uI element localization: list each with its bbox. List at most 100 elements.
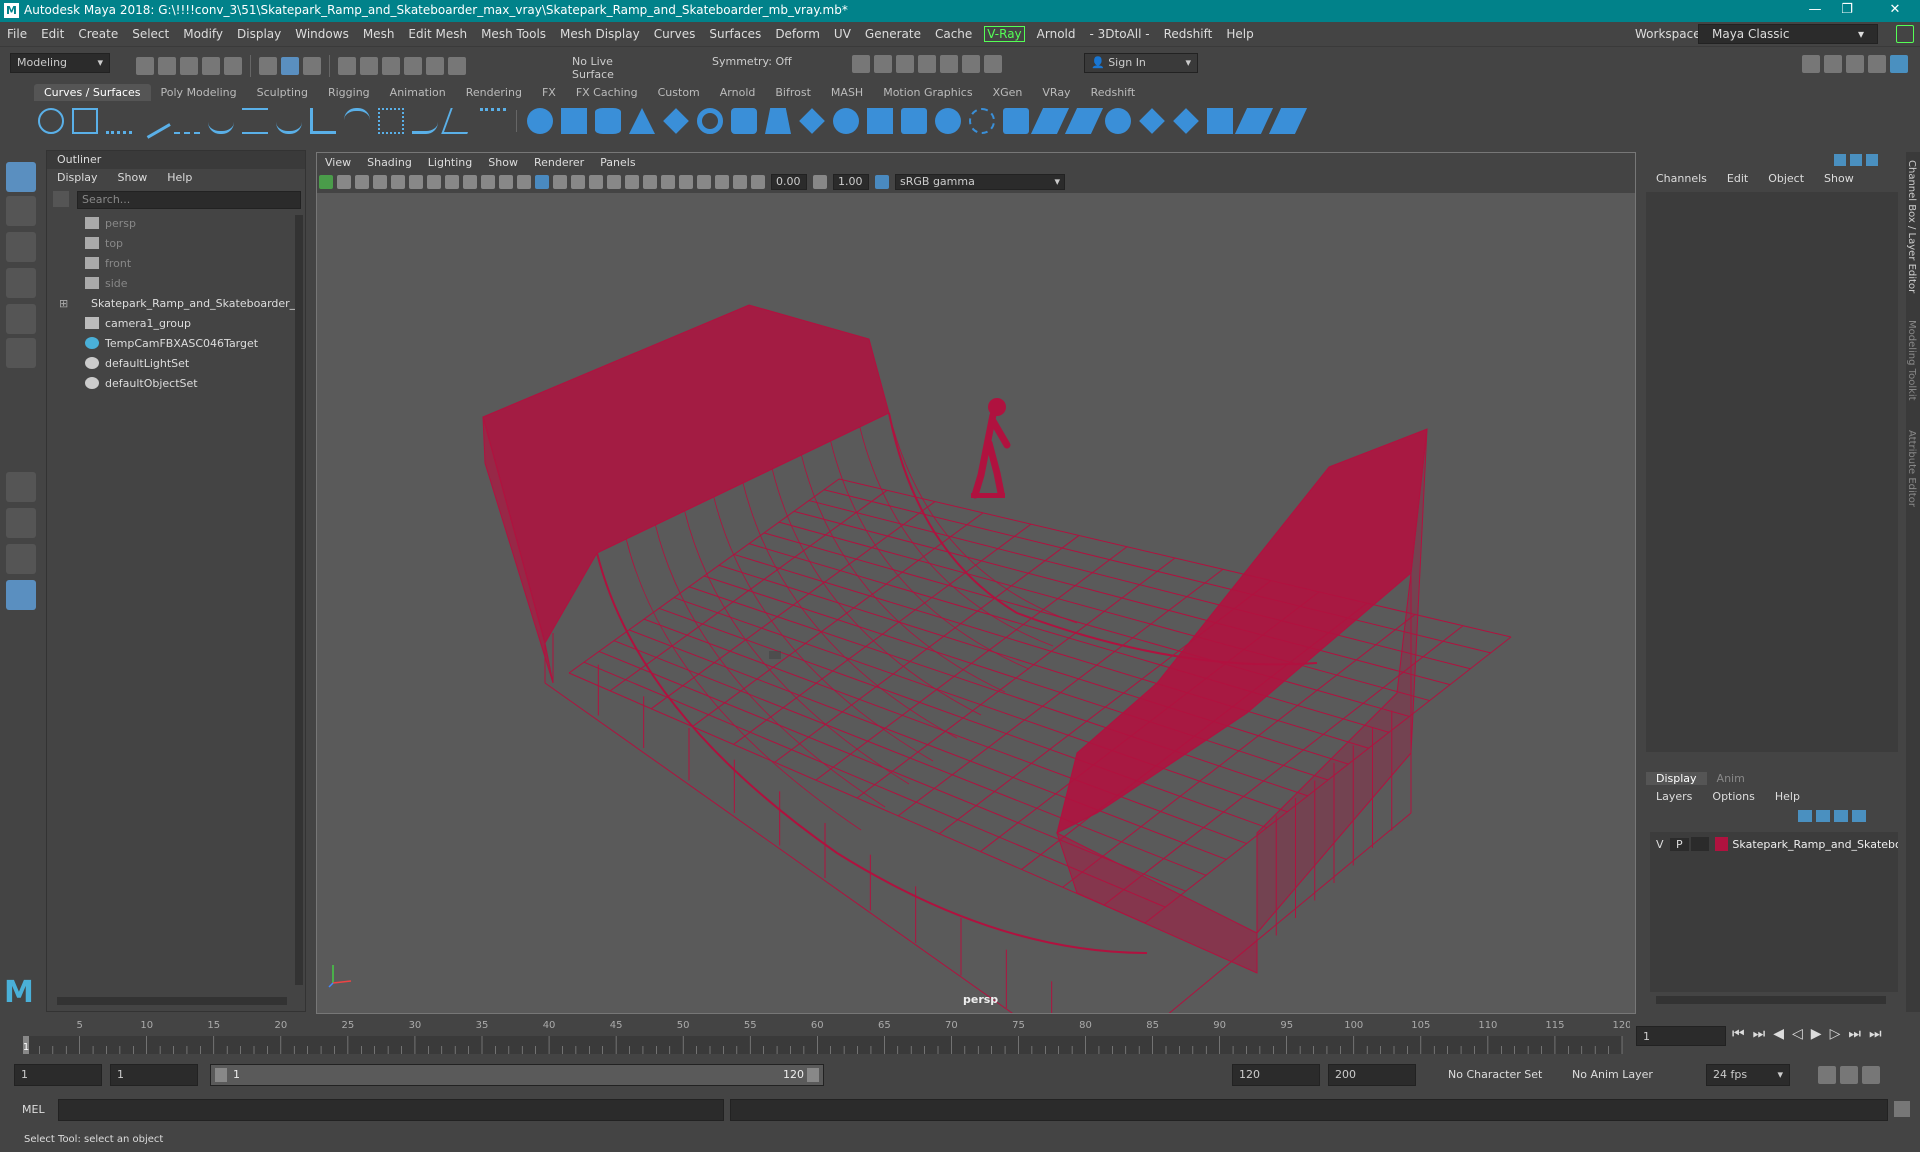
shelf-options-icon[interactable]	[16, 86, 30, 146]
expand-icon[interactable]: ⊞	[59, 297, 68, 310]
script-editor-icon[interactable]	[1894, 1101, 1910, 1117]
select-by-object-icon[interactable]	[281, 57, 299, 75]
side-tab-modeling-toolkit[interactable]: Modeling Toolkit	[1906, 320, 1917, 401]
intersect-surface-icon[interactable]	[1030, 108, 1070, 134]
outliner-item[interactable]: front	[47, 253, 292, 273]
lasso-tool-icon[interactable]	[6, 196, 36, 226]
shelf-tab-redshift[interactable]: Redshift	[1081, 84, 1146, 101]
menu-set-dropdown[interactable]: Modeling ▾	[10, 53, 110, 73]
shelf-tab-fx-caching[interactable]: FX Caching	[566, 84, 648, 101]
outliner-item[interactable]: defaultObjectSet	[47, 373, 292, 393]
loop-icon[interactable]	[1818, 1066, 1836, 1084]
channel-box-menu-channels[interactable]: Channels	[1646, 172, 1717, 185]
image-plane-icon[interactable]	[373, 175, 387, 189]
single-view-icon[interactable]	[6, 472, 36, 502]
new-layer-selected-icon[interactable]	[1816, 810, 1830, 822]
hypershade-icon[interactable]	[940, 55, 958, 73]
menu-modify[interactable]: Modify	[176, 27, 230, 41]
animation-end-field[interactable]: 200	[1328, 1064, 1416, 1086]
shelf-tab-rendering[interactable]: Rendering	[456, 84, 532, 101]
loft-icon[interactable]	[765, 108, 791, 134]
shelf-tab-motion-graphics[interactable]: Motion Graphics	[873, 84, 982, 101]
shelf-tab-fx[interactable]: FX	[532, 84, 566, 101]
new-scene-icon[interactable]	[136, 57, 154, 75]
fillet-curve-icon[interactable]	[412, 108, 438, 134]
time-slider[interactable]: 5 10 15 20 25 30 35 40 45 50 55 60 65 70 75 80 85 90 95 100…	[0, 1016, 1920, 1056]
attribute-editor-icon[interactable]	[1846, 55, 1864, 73]
layer-tab-display[interactable]: Display	[1646, 772, 1707, 785]
planar-icon[interactable]	[799, 108, 825, 134]
bevel-icon[interactable]	[969, 108, 995, 134]
safe-action-icon[interactable]	[517, 175, 531, 189]
view-transform-dropdown[interactable]: sRGB gamma ▾	[895, 174, 1065, 190]
default-material-icon[interactable]	[571, 175, 585, 189]
shelf-tab-custom[interactable]: Custom	[648, 84, 710, 101]
redo-icon[interactable]	[224, 57, 242, 75]
tool-settings-icon[interactable]	[1868, 55, 1886, 73]
shelf-tab-bifrost[interactable]: Bifrost	[765, 84, 821, 101]
tool-settings-toggle-icon[interactable]	[1866, 154, 1878, 166]
menu-uv[interactable]: UV	[827, 27, 858, 41]
render-view-icon[interactable]	[962, 55, 980, 73]
menu-mesh-display[interactable]: Mesh Display	[553, 27, 647, 41]
field-chart-icon[interactable]	[499, 175, 513, 189]
layer-row[interactable]: V P Skatepark_Ramp_and_Skatebo	[1650, 834, 1898, 854]
2d-pan-zoom-icon[interactable]	[391, 175, 405, 189]
two-view-icon[interactable]	[6, 544, 36, 574]
trim-tool-icon[interactable]	[1064, 108, 1104, 134]
gate-mask-icon[interactable]	[481, 175, 495, 189]
detach-surface-icon[interactable]	[1173, 108, 1199, 134]
snap-grid-icon[interactable]	[338, 57, 356, 75]
modeling-toolkit-icon[interactable]	[1802, 55, 1820, 73]
fps-dropdown[interactable]: 24 fps ▾	[1706, 1064, 1790, 1086]
range-handle-right[interactable]	[807, 1068, 819, 1082]
isolate-select-icon[interactable]	[679, 175, 693, 189]
viewport-menu-show[interactable]: Show	[480, 156, 526, 169]
menu-select[interactable]: Select	[125, 27, 176, 41]
move-tool-icon[interactable]	[6, 268, 36, 298]
arc-tool-icon[interactable]	[208, 108, 234, 134]
menu-surfaces[interactable]: Surfaces	[702, 27, 768, 41]
menu-deform[interactable]: Deform	[768, 27, 827, 41]
wireframe-icon[interactable]	[535, 175, 549, 189]
go-to-end-icon[interactable]: ⏭	[1869, 1026, 1882, 1042]
viewport-menu-view[interactable]: View	[317, 156, 359, 169]
move-down-icon[interactable]	[1852, 810, 1866, 822]
rebuild-surface-icon[interactable]	[1207, 108, 1233, 134]
gamma-field[interactable]: 1.00	[833, 174, 869, 190]
step-back-frame-icon[interactable]: ◀	[1773, 1026, 1784, 1042]
channel-box-menu-show[interactable]: Show	[1814, 172, 1864, 185]
outliner-search-input[interactable]: Search...	[77, 191, 301, 209]
rotate-tool-icon[interactable]	[6, 304, 36, 334]
snap-curve-icon[interactable]	[360, 57, 378, 75]
menu-generate[interactable]: Generate	[858, 27, 928, 41]
ipr-render-icon[interactable]	[896, 55, 914, 73]
textured-icon[interactable]	[589, 175, 603, 189]
search-filter-icon[interactable]	[53, 191, 69, 207]
play-forward-icon[interactable]: ▶	[1811, 1026, 1822, 1042]
menu-3dtoall[interactable]: - 3DtoAll -	[1083, 27, 1157, 41]
close-button[interactable]: ✕	[1880, 2, 1910, 17]
extend-curve-icon[interactable]	[480, 108, 506, 134]
pause-icon[interactable]	[984, 55, 1002, 73]
layer-menu-layers[interactable]: Layers	[1646, 790, 1702, 803]
nurbs-cone-icon[interactable]	[629, 108, 655, 134]
range-handle-left[interactable]	[215, 1068, 227, 1082]
cv-curve-icon[interactable]	[106, 108, 132, 134]
command-input[interactable]	[58, 1099, 724, 1121]
nurbs-torus-icon[interactable]	[697, 108, 723, 134]
snap-view-icon[interactable]	[404, 57, 422, 75]
workspace-dropdown[interactable]: Maya Classic ▾	[1698, 24, 1878, 44]
shelf-tab-xgen[interactable]: XGen	[983, 84, 1033, 101]
layer-hscrollbar[interactable]	[1656, 996, 1886, 1004]
layer-tab-anim[interactable]: Anim	[1707, 772, 1755, 785]
viewport-menu-shading[interactable]: Shading	[359, 156, 420, 169]
gamma-icon[interactable]	[813, 175, 827, 189]
menu-mesh[interactable]: Mesh	[356, 27, 402, 41]
xray-components-icon[interactable]	[733, 175, 747, 189]
command-language-label[interactable]: MEL	[22, 1103, 45, 1116]
outliner-hscrollbar[interactable]	[57, 997, 287, 1005]
step-forward-key-icon[interactable]: ⏭	[1848, 1026, 1861, 1042]
auto-key-icon[interactable]	[1840, 1066, 1858, 1084]
pencil-curve-icon[interactable]	[174, 108, 200, 134]
